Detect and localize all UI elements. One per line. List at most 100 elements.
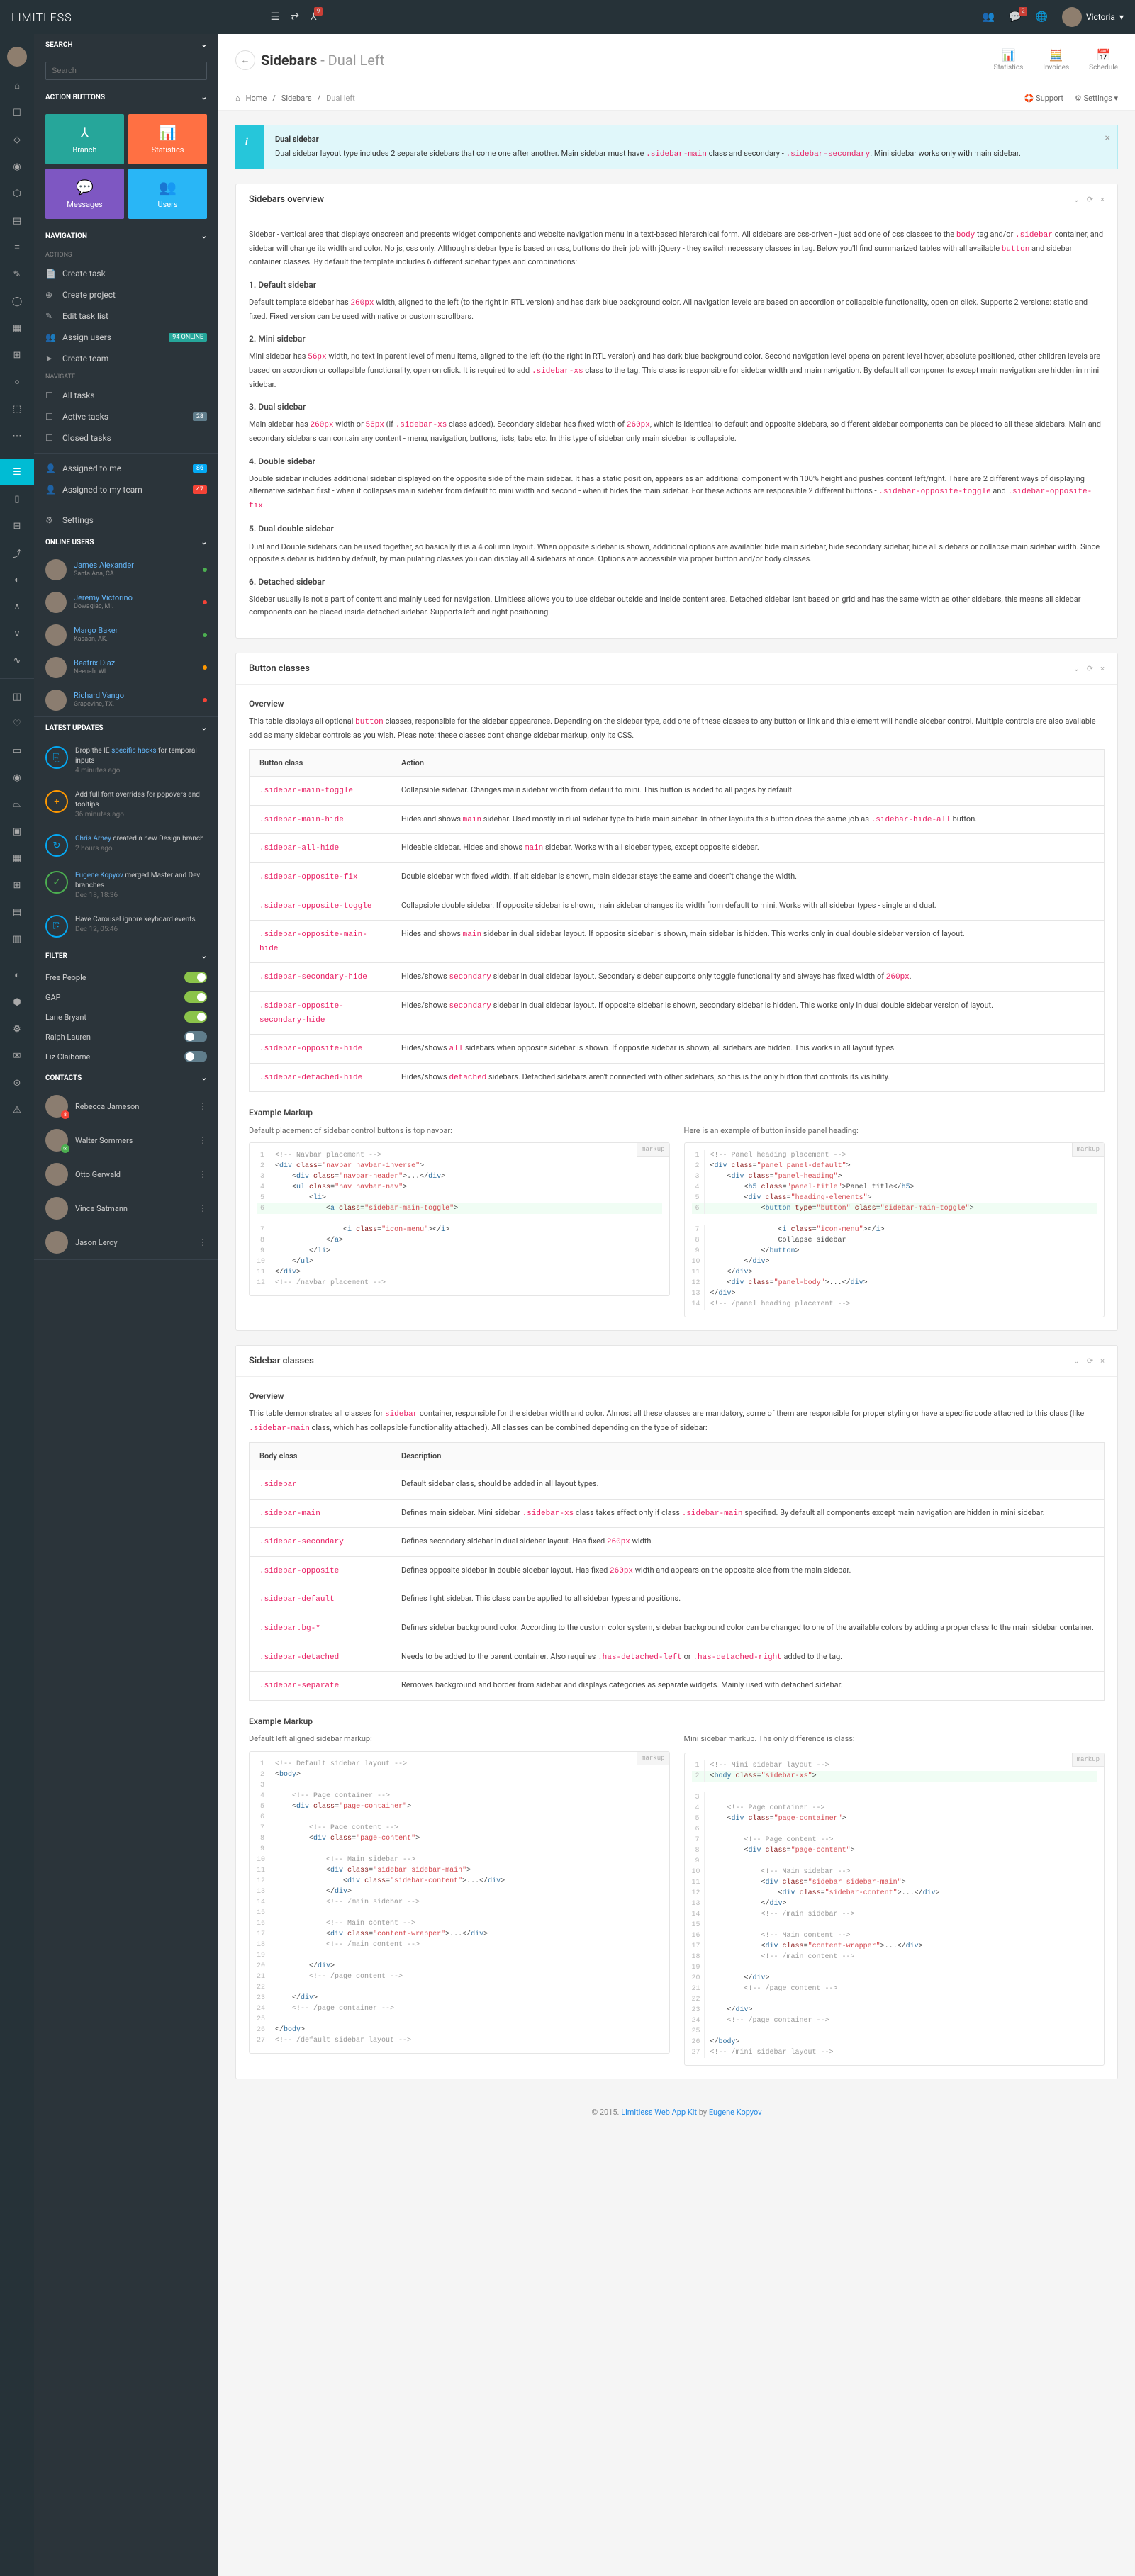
contact-row[interactable]: Vince Satmann⋮ — [34, 1191, 218, 1225]
icon-nav-item[interactable]: ▤ — [0, 207, 34, 234]
header-action-invoices[interactable]: 🧮Invoices — [1043, 48, 1069, 72]
contact-row[interactable]: 8Rebecca Jameson⋮ — [34, 1089, 218, 1123]
nav-item[interactable]: ☐All tasks — [34, 385, 218, 406]
icon-nav-item[interactable]: ◇ — [0, 126, 34, 153]
icon-nav-item[interactable]: ⊞ — [0, 342, 34, 369]
header-action-stats[interactable]: 📊Statistics — [994, 48, 1024, 72]
icon-nav-item[interactable]: ▭ — [0, 737, 34, 764]
more-icon[interactable]: ⋮ — [199, 1203, 207, 1213]
navigation-header[interactable]: NAVIGATION⌄ — [34, 225, 218, 247]
icon-nav-item[interactable]: ▯ — [0, 485, 34, 512]
chat-icon[interactable]: 💬2 — [1009, 11, 1021, 23]
nav-item[interactable]: ☐Closed tasks — [34, 427, 218, 449]
brand[interactable]: LIMITLESS — [11, 11, 72, 24]
icon-nav-item[interactable]: ⚙ — [0, 1016, 34, 1042]
more-icon[interactable]: ⋮ — [199, 1135, 207, 1145]
icon-nav-item[interactable]: ⬚ — [0, 395, 34, 422]
icon-nav-item[interactable]: ⚠ — [0, 1096, 34, 1123]
people-icon[interactable]: 👥 — [983, 11, 995, 23]
nav-item[interactable]: ✎Edit task list — [34, 305, 218, 327]
reload-icon[interactable]: ⟳ — [1087, 664, 1093, 673]
avatar[interactable] — [7, 47, 27, 67]
footer-product-link[interactable]: Limitless Web App Kit — [621, 2108, 697, 2117]
breadcrumb-link[interactable]: Home — [246, 94, 267, 103]
collapse-icon[interactable]: ⌄ — [1073, 1356, 1080, 1366]
icon-nav-item[interactable]: ∧ — [0, 593, 34, 620]
updates-header[interactable]: LATEST UPDATES⌄ — [34, 717, 218, 739]
icon-nav-item[interactable]: ☐ — [0, 99, 34, 126]
icon-nav-item[interactable]: ◉ — [0, 764, 34, 791]
icon-nav-item[interactable]: ⊟ — [0, 512, 34, 539]
icon-nav-item[interactable]: ▦ — [0, 845, 34, 872]
close-icon[interactable]: × — [1100, 1356, 1105, 1366]
icon-nav-item[interactable]: ⤴ — [0, 539, 34, 566]
nav-settings[interactable]: ⚙Settings — [34, 510, 218, 531]
contact-row[interactable]: Jason Leroy⋮ — [34, 1225, 218, 1259]
nav-item[interactable]: ➤Create team — [34, 348, 218, 369]
contacts-header[interactable]: CONTACTS⌄ — [34, 1067, 218, 1089]
tile-statistics[interactable]: 📊Statistics — [128, 114, 207, 164]
icon-nav-item[interactable]: ◐ — [0, 962, 34, 989]
icon-nav-item[interactable]: ✉ — [0, 1042, 34, 1069]
icon-nav-active[interactable]: ☰ — [0, 459, 34, 485]
icon-nav-item[interactable]: ♡ — [0, 710, 34, 737]
icon-nav-item[interactable]: ▤ — [0, 899, 34, 926]
icon-nav-item[interactable]: ✎ — [0, 261, 34, 288]
icon-nav-item[interactable]: ⬢ — [0, 989, 34, 1016]
close-icon[interactable]: × — [1100, 195, 1105, 204]
icon-nav-item[interactable]: ◫ — [0, 683, 34, 710]
collapse-icon[interactable]: ⌄ — [1073, 195, 1080, 204]
user-row[interactable]: James AlexanderSanta Ana, CA. — [34, 553, 218, 586]
tile-users[interactable]: 👥Users — [128, 169, 207, 219]
nav-item[interactable]: 👥Assign users94 ONLINE — [34, 327, 218, 348]
reload-icon[interactable]: ⟳ — [1087, 195, 1093, 204]
collapse-icon[interactable]: ⌄ — [1073, 664, 1080, 673]
icon-nav-item[interactable]: ≡ — [0, 234, 34, 261]
icon-nav-item[interactable]: ◐ — [0, 566, 34, 593]
tile-branch[interactable]: ⅄Branch — [45, 114, 124, 164]
icon-nav-item[interactable]: ⋯ — [0, 422, 34, 449]
filter-header[interactable]: FILTER⌄ — [34, 945, 218, 967]
tile-messages[interactable]: 💬Messages — [45, 169, 124, 219]
toggle-switch[interactable] — [184, 991, 207, 1003]
contact-row[interactable]: ✉Walter Sommers⋮ — [34, 1123, 218, 1157]
lang-icon[interactable]: 🌐 — [1036, 11, 1048, 23]
breadcrumb-link[interactable]: Sidebars — [281, 94, 312, 103]
close-icon[interactable]: × — [1100, 664, 1105, 673]
settings-link[interactable]: ⚙ Settings ▾ — [1075, 94, 1118, 103]
contact-row[interactable]: Otto Gerwald⋮ — [34, 1157, 218, 1191]
icon-nav-item[interactable]: ▦ — [0, 315, 34, 342]
more-icon[interactable]: ⋮ — [199, 1169, 207, 1179]
sidebar-toggle-icon[interactable]: ☰ — [271, 11, 280, 23]
icon-nav-item[interactable]: ▥ — [0, 926, 34, 952]
user-menu[interactable]: Victoria ▾ — [1062, 7, 1124, 27]
header-action-schedule[interactable]: 📅Schedule — [1089, 48, 1118, 72]
action-buttons-header[interactable]: ACTION BUTTONS⌄ — [34, 86, 218, 108]
icon-nav-item[interactable]: ⬡ — [0, 180, 34, 207]
icon-nav-item[interactable]: ⊞ — [0, 872, 34, 899]
user-row[interactable]: Jeremy VictorinoDowagiac, MI. — [34, 586, 218, 619]
toggle-switch[interactable] — [184, 972, 207, 983]
icon-nav-item[interactable]: ⊙ — [0, 1069, 34, 1096]
search-input[interactable] — [45, 62, 207, 80]
user-row[interactable]: Richard VangoGrapevine, TX. — [34, 684, 218, 716]
online-users-header[interactable]: ONLINE USERS⌄ — [34, 531, 218, 553]
toggle-switch[interactable] — [184, 1031, 207, 1042]
icon-nav-item[interactable]: ∿ — [0, 647, 34, 674]
back-icon[interactable]: ← — [235, 50, 255, 70]
reload-icon[interactable]: ⟳ — [1087, 1356, 1093, 1366]
more-icon[interactable]: ⋮ — [199, 1237, 207, 1247]
footer-author-link[interactable]: Eugene Kopyov — [709, 2108, 762, 2117]
nav-item[interactable]: 📄Create task — [34, 263, 218, 284]
icon-nav-item[interactable]: ◉ — [0, 153, 34, 180]
icon-nav-item[interactable]: ○ — [0, 369, 34, 395]
nav-item[interactable]: 👤Assigned to me86 — [34, 458, 218, 479]
more-icon[interactable]: ⋮ — [199, 1101, 207, 1111]
icon-nav-item[interactable]: ∨ — [0, 620, 34, 647]
nav-item[interactable]: ☐Active tasks28 — [34, 406, 218, 427]
icon-nav-item[interactable]: ⏢ — [0, 791, 34, 818]
toggle-switch[interactable] — [184, 1051, 207, 1062]
user-row[interactable]: Margo BakerKasaan, AK. — [34, 619, 218, 651]
search-header[interactable]: SEARCH⌄ — [34, 34, 218, 56]
user-row[interactable]: Beatrix DiazNeenah, WI. — [34, 651, 218, 684]
